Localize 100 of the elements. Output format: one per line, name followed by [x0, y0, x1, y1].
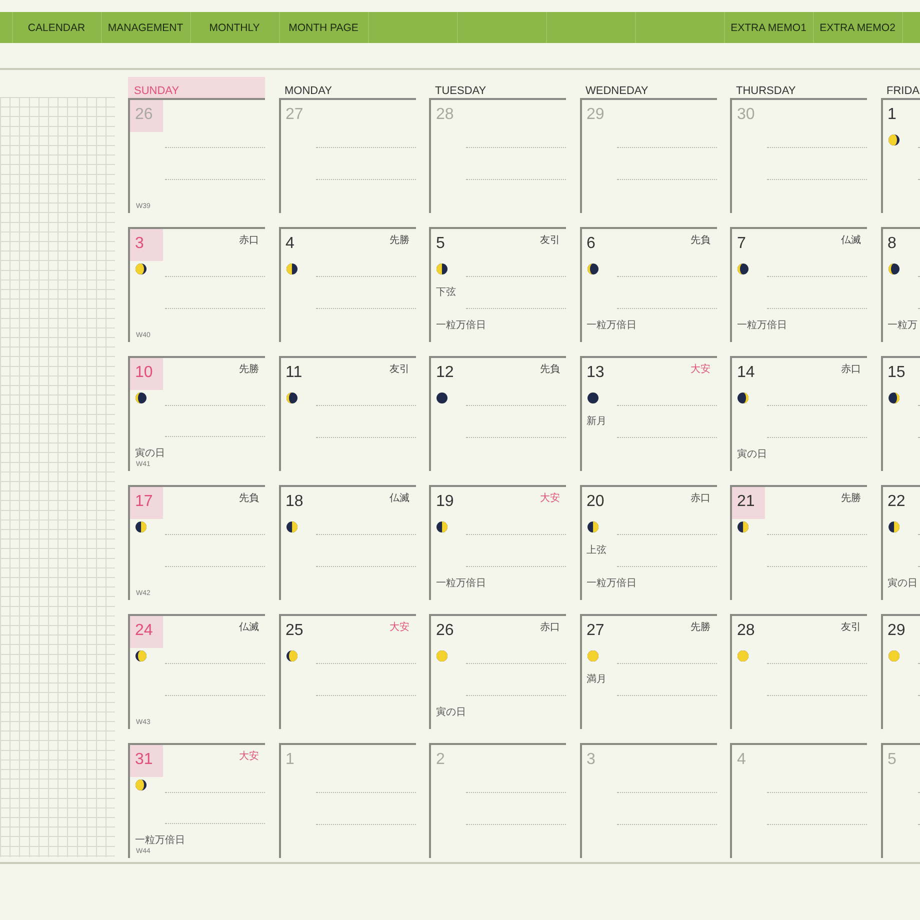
rokuyo-label: 赤口 [540, 620, 561, 634]
rokuyo-label: 先勝 [841, 492, 862, 505]
day-number: 3 [586, 750, 596, 770]
day-cell[interactable]: 22 寅の日 [880, 485, 920, 600]
day-cell[interactable]: 20 赤口 上弦 一粒万倍日 [580, 485, 716, 600]
day-number: 31 [130, 745, 163, 777]
rokuyo-label: 仏滅 [239, 620, 260, 634]
day-cell[interactable]: 5 友引 下弦 一粒万倍日 [429, 227, 566, 342]
note-label: 一粒万倍日 [436, 576, 486, 590]
day-cell[interactable]: 21 先勝 [730, 485, 867, 600]
note-label: 一粒万倍日 [737, 318, 787, 332]
nav-tab[interactable]: EXTRA MEMO1 [724, 12, 813, 43]
rokuyo-label: 友引 [540, 234, 561, 247]
weekday-header: FRIDA [886, 84, 920, 98]
day-number: 13 [586, 363, 606, 383]
day-number: 22 [886, 492, 906, 512]
note-label: 一粒万倍日 [586, 318, 636, 332]
rokuyo-label: 仏滅 [841, 234, 862, 247]
day-cell[interactable]: 6 先負 一粒万倍日 [580, 227, 716, 342]
day-number: 11 [284, 363, 304, 383]
day-number: 8 [886, 234, 898, 254]
rokuyo-label: 大安 [390, 620, 410, 634]
day-number: 15 [886, 363, 906, 383]
nav-tab[interactable]: MONTHLY [190, 12, 279, 43]
rokuyo-label: 先勝 [690, 620, 712, 634]
note-label: 寅の日 [135, 446, 165, 460]
rokuyo-label: 友引 [841, 621, 862, 634]
weekday-header: THURSDAY [735, 84, 797, 98]
weekday-header: WEDNEDAY [584, 84, 650, 98]
day-cell[interactable]: 1 [880, 98, 920, 213]
day-number: 14 [736, 363, 756, 383]
nav-tab[interactable]: EXTRA MEMO2 [813, 12, 902, 43]
moon-phase-label: 上弦 [586, 544, 606, 557]
rokuyo-label: 先負 [690, 234, 712, 247]
weekday-header: TUESDAY [434, 84, 488, 98]
rokuyo-label: 仏滅 [390, 492, 410, 505]
day-cell[interactable]: 4 先勝 [278, 227, 416, 342]
rokuyo-label: 赤口 [239, 234, 260, 247]
day-number: 30 [736, 105, 756, 125]
day-number: 24 [130, 616, 163, 648]
day-cell[interactable]: 8 一粒万 [880, 227, 920, 342]
rokuyo-label: 赤口 [841, 362, 862, 376]
day-number: 21 [732, 487, 765, 519]
day-cell[interactable]: 26 赤口 寅の日 [429, 614, 566, 729]
day-number: 27 [586, 621, 606, 641]
day-number: 25 [284, 621, 304, 641]
day-number: 12 [435, 363, 455, 383]
day-number: 26 [130, 100, 163, 132]
day-cell[interactable]: 13 大安 新月 [580, 356, 716, 471]
day-number: 7 [736, 234, 747, 254]
nav-tab[interactable]: MONTH PAGE [279, 12, 368, 43]
nav-tab[interactable]: CALENDAR [12, 12, 101, 43]
day-number: 4 [284, 234, 296, 254]
day-cell[interactable]: 25 大安 [278, 614, 416, 729]
day-number: 20 [586, 492, 606, 512]
day-number: 29 [886, 621, 906, 641]
day-number: 5 [886, 750, 898, 770]
day-cell[interactable]: 19 大安 一粒万倍日 [429, 485, 566, 600]
rokuyo-label: 先負 [540, 362, 561, 376]
note-label: 一粒万倍日 [135, 834, 185, 847]
rokuyo-label: 先勝 [239, 362, 260, 376]
day-cell[interactable]: 27 先勝 満月 [580, 614, 716, 729]
day-number: 28 [435, 105, 455, 125]
day-cell[interactable]: 18 仏滅 [278, 485, 416, 600]
day-number: 3 [130, 229, 163, 261]
day-number: 1 [284, 750, 296, 770]
note-label: 一粒万 [888, 319, 918, 332]
moon-phase-label: 下弦 [436, 286, 456, 299]
weekday-header: MONDAY [284, 84, 333, 98]
day-number: 4 [736, 750, 747, 770]
day-cell[interactable]: 11 友引 [278, 356, 416, 471]
day-cell[interactable]: 29 [880, 614, 920, 729]
note-label: 寅の日 [436, 706, 466, 719]
rokuyo-label: 大安 [540, 492, 561, 505]
moon-phase-label: 満月 [586, 672, 606, 686]
nav-tab[interactable]: MANAGEMENT [101, 12, 190, 43]
day-number: 2 [435, 750, 446, 770]
note-label: 寅の日 [888, 576, 918, 590]
day-number: 29 [586, 105, 606, 125]
day-number: 1 [886, 105, 898, 125]
day-number: 5 [435, 234, 446, 254]
day-number: 19 [435, 492, 455, 512]
day-cell[interactable]: 12 先負 [429, 356, 566, 471]
note-label: 寅の日 [737, 448, 767, 461]
moon-phase-label: 新月 [586, 414, 606, 428]
note-label: 一粒万倍日 [436, 318, 486, 332]
rokuyo-label: 赤口 [690, 492, 712, 505]
day-cell[interactable]: 28 友引 [730, 614, 867, 729]
rokuyo-label: 先負 [239, 492, 260, 505]
day-number: 18 [284, 492, 304, 512]
note-label: 一粒万倍日 [586, 576, 636, 590]
day-cell[interactable]: 7 仏滅 一粒万倍日 [730, 227, 867, 342]
rokuyo-label: 大安 [239, 750, 260, 763]
day-number: 27 [284, 105, 304, 125]
day-number: 28 [736, 621, 756, 641]
rokuyo-label: 先勝 [390, 234, 410, 247]
day-number: 17 [130, 487, 163, 519]
day-cell[interactable]: 14 赤口 寅の日 [730, 356, 867, 471]
weekday-header: SUNDAY [128, 77, 265, 98]
day-cell[interactable]: 15 [880, 356, 920, 471]
